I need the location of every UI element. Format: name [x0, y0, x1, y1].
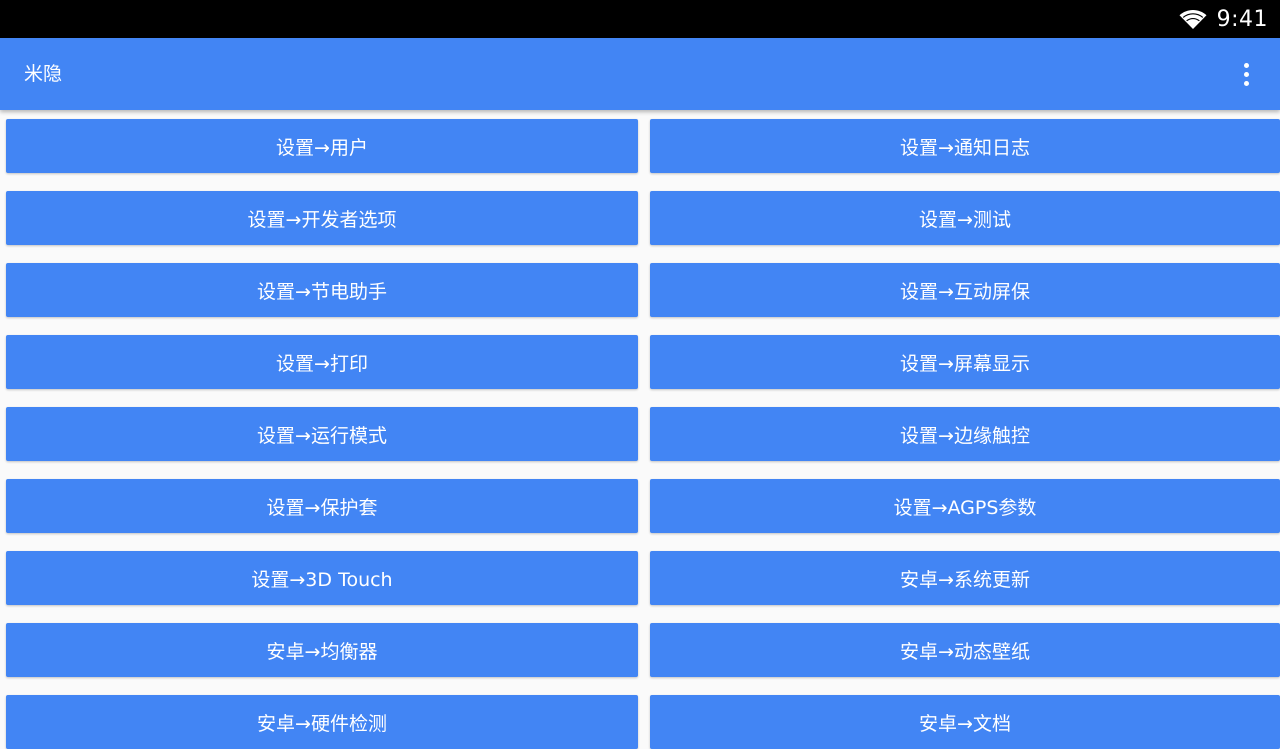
overflow-menu-icon[interactable] — [1226, 54, 1266, 94]
button-settings-3d-touch[interactable]: 设置→3D Touch — [6, 551, 638, 605]
status-icons: 9:41 — [1179, 0, 1268, 38]
button-settings-test[interactable]: 设置→测试 — [650, 191, 1280, 245]
button-android-system-update[interactable]: 安卓→系统更新 — [650, 551, 1280, 605]
button-settings-notification-log[interactable]: 设置→通知日志 — [650, 119, 1280, 173]
button-android-hardware-test[interactable]: 安卓→硬件检测 — [6, 695, 638, 749]
status-clock: 9:41 — [1216, 6, 1268, 32]
status-bar: 9:41 — [0, 0, 1280, 38]
app-title: 米隐 — [24, 63, 63, 85]
button-settings-developer-options[interactable]: 设置→开发者选项 — [6, 191, 638, 245]
shortcut-grid: 设置→用户 设置→通知日志 设置→开发者选项 设置→测试 设置→节电助手 设置→… — [6, 119, 1280, 749]
button-android-equalizer[interactable]: 安卓→均衡器 — [6, 623, 638, 677]
button-settings-edge-touch[interactable]: 设置→边缘触控 — [650, 407, 1280, 461]
menu-dot — [1243, 80, 1249, 86]
button-android-documents[interactable]: 安卓→文档 — [650, 695, 1280, 749]
button-settings-print[interactable]: 设置→打印 — [6, 335, 638, 389]
button-settings-daydream[interactable]: 设置→互动屏保 — [650, 263, 1280, 317]
menu-dot — [1243, 62, 1249, 68]
app-bar: 米隐 — [0, 38, 1280, 110]
menu-dot — [1243, 71, 1249, 77]
button-settings-run-mode[interactable]: 设置→运行模式 — [6, 407, 638, 461]
button-settings-users[interactable]: 设置→用户 — [6, 119, 638, 173]
button-settings-agps[interactable]: 设置→AGPS参数 — [650, 479, 1280, 533]
button-settings-protective-case[interactable]: 设置→保护套 — [6, 479, 638, 533]
wifi-icon — [1179, 9, 1207, 29]
button-android-live-wallpaper[interactable]: 安卓→动态壁纸 — [650, 623, 1280, 677]
button-settings-battery-saver[interactable]: 设置→节电助手 — [6, 263, 638, 317]
button-settings-screen-display[interactable]: 设置→屏幕显示 — [650, 335, 1280, 389]
